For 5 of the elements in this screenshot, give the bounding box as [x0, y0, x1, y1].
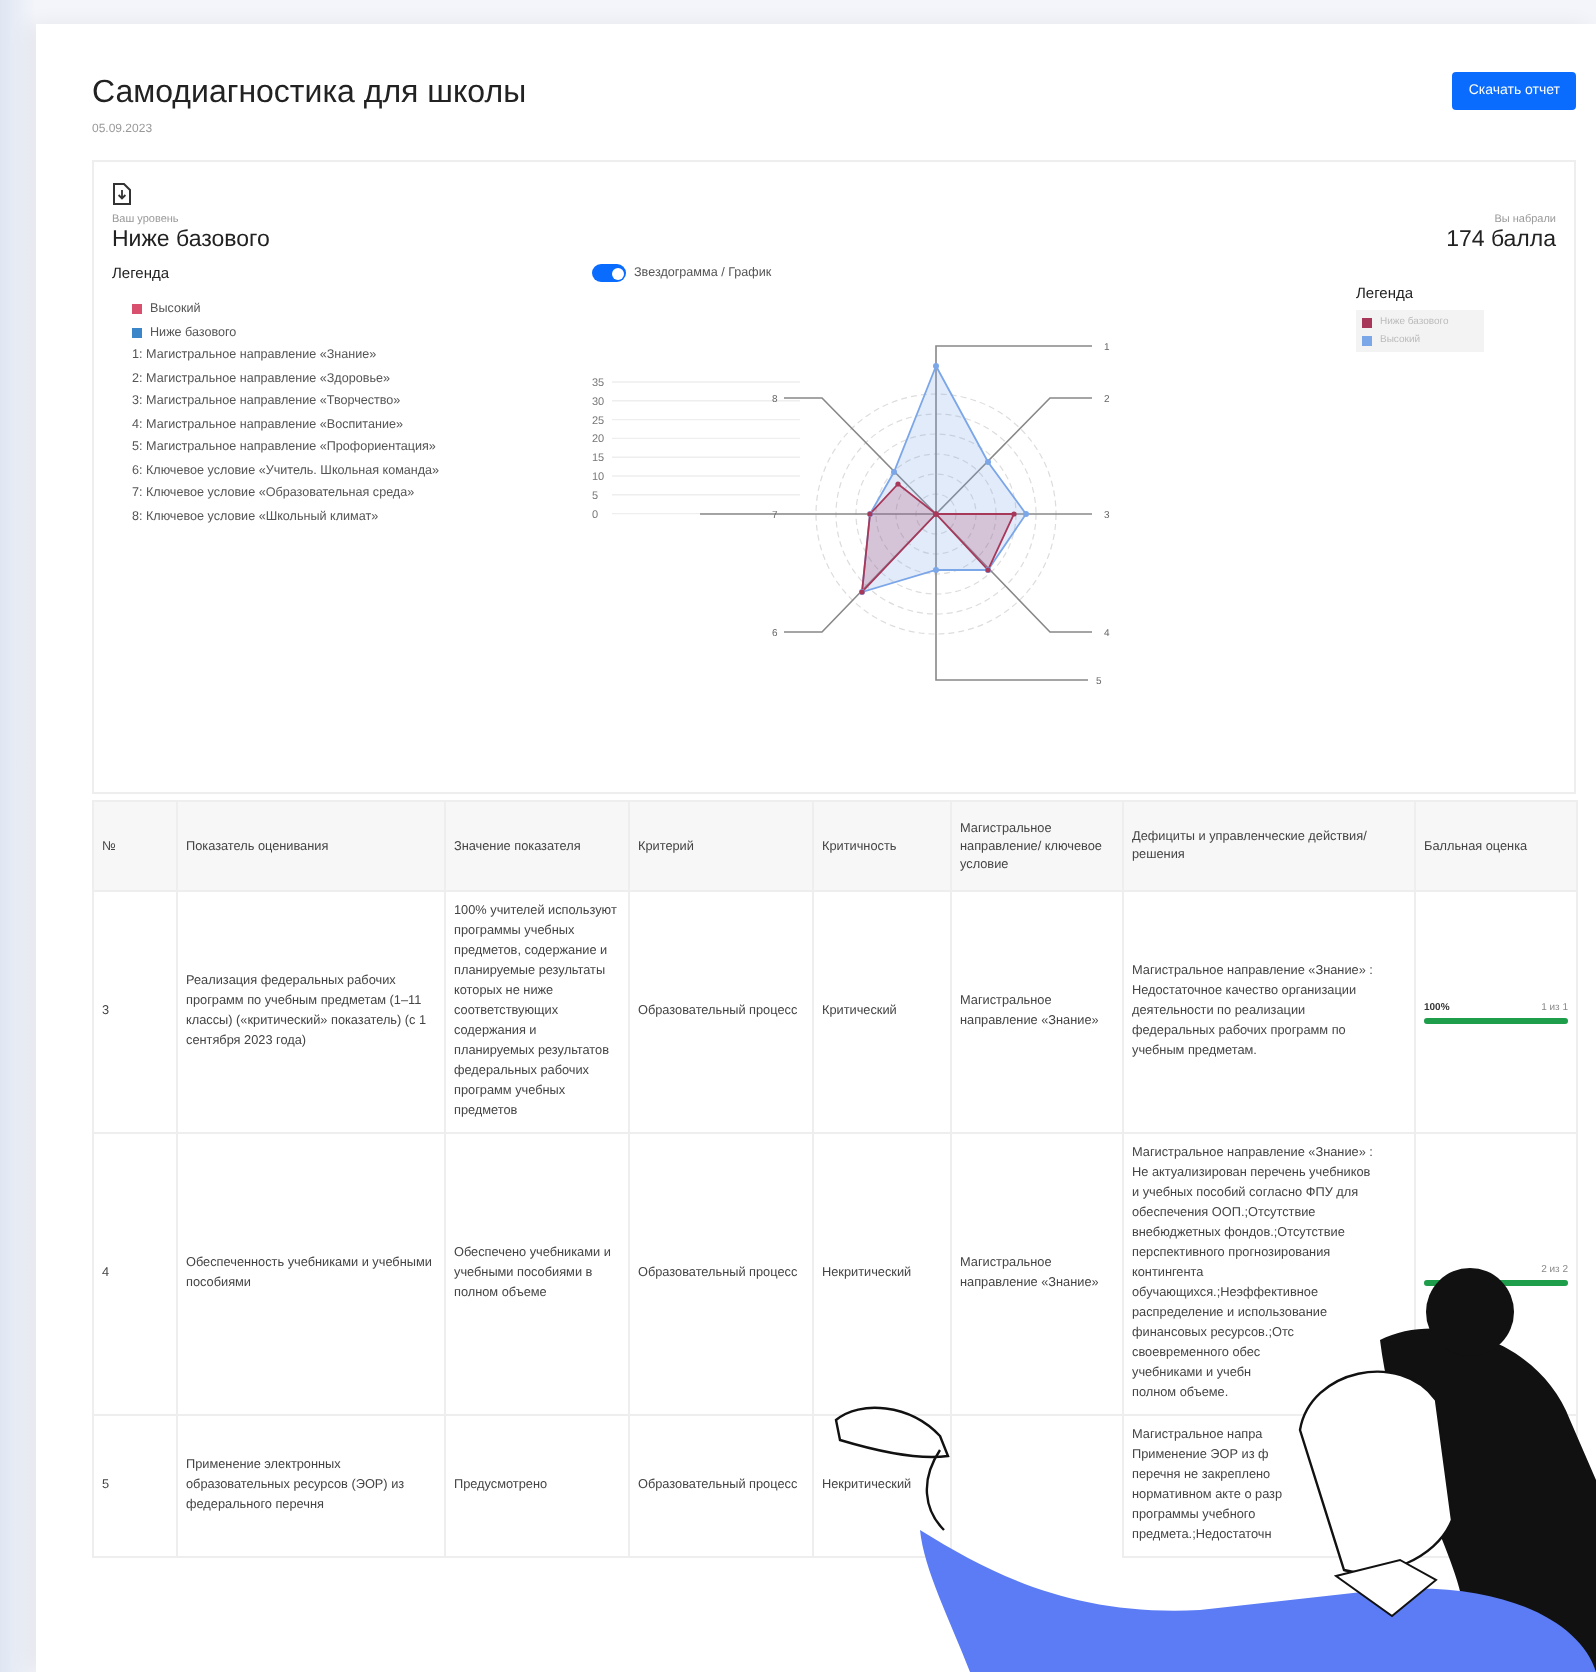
page-title: Самодиагностика для школы [92, 76, 527, 112]
level-value: Ниже базового [112, 228, 270, 252]
collar-drawing [1334, 1558, 1438, 1618]
file-download-icon[interactable] [112, 182, 132, 206]
score-value: 174 балла [1446, 228, 1556, 252]
